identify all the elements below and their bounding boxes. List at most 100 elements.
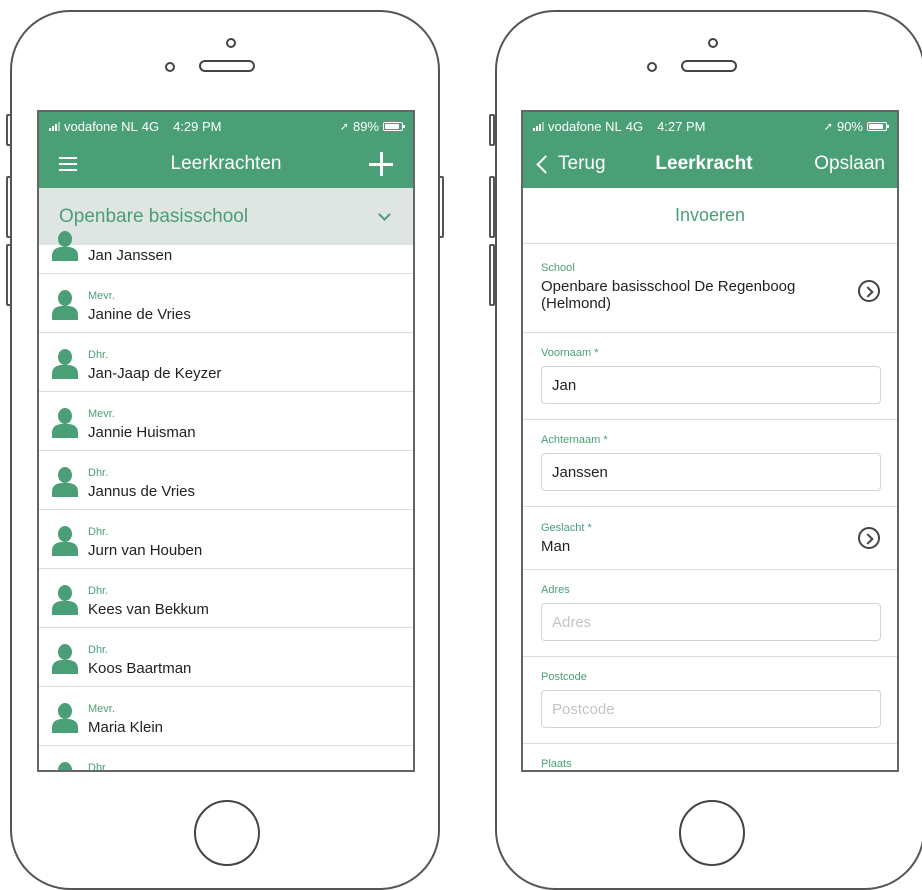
earpiece-speaker-icon [681, 60, 737, 72]
page-title: Leerkrachten [170, 153, 282, 174]
address-label: Adres [541, 584, 570, 596]
home-button[interactable] [679, 800, 745, 866]
person-icon [52, 231, 78, 261]
school-value-line2: (Helmond) [541, 295, 612, 312]
person-icon [58, 762, 72, 770]
teacher-prefix: Mevr. [88, 703, 115, 715]
teacher-name: Koos Baartman [88, 660, 192, 677]
battery-icon [383, 121, 405, 131]
teacher-prefix: Mevr. [88, 290, 115, 302]
nav-bar: Leerkrachten [39, 140, 413, 188]
back-button[interactable]: Terug [535, 140, 606, 188]
teacher-name: Maria Klein [88, 719, 164, 736]
teacher-name: Jurn van Houben [88, 542, 203, 559]
earpiece-speaker-icon [199, 60, 255, 72]
location-arrow-icon: ➚ [823, 120, 833, 133]
person-icon [52, 467, 78, 497]
firstname-label: Voornaam * [541, 347, 599, 359]
network-type: 4G [625, 118, 644, 134]
right-phone-screen: vodafone NL 4G 4:27 PM ➚ 90% Terug Leerk… [521, 110, 899, 772]
address-input[interactable]: Adres [541, 603, 881, 641]
teacher-prefix: Dhr. [88, 526, 109, 538]
status-time: 4:27 PM [657, 118, 706, 134]
teacher-row[interactable]: Mevr. Jannie Huisman [39, 392, 413, 451]
teacher-row[interactable]: Dhr. Jurn van Houben [39, 510, 413, 569]
teacher-name: Kees van Bekkum [88, 601, 209, 618]
teacher-name: Jannie Huisman [88, 424, 196, 441]
person-icon [52, 703, 78, 733]
left-phone-screen: vodafone NL 4G 4:29 PM ➚ 89% Leerkrachte… [37, 110, 415, 772]
save-button[interactable]: Opslaan [814, 140, 885, 188]
person-icon [52, 526, 78, 556]
teacher-row[interactable]: Dhr. Jannus de Vries [39, 451, 413, 510]
person-icon [52, 290, 78, 320]
teacher-prefix: Dhr. [88, 644, 109, 656]
address-field: Adres Adres [523, 570, 897, 657]
gender-value: Man [541, 538, 571, 555]
teacher-prefix: Dhr. [88, 585, 109, 597]
location-arrow-icon: ➚ [339, 120, 349, 133]
carrier-indicator: vodafone NL 4G [49, 119, 159, 134]
battery-percentage: 90% [836, 118, 863, 134]
chevron-right-circle-icon[interactable] [858, 527, 880, 549]
teacher-list: Jan Janssen Mevr. Janine de Vries Dhr. J… [39, 215, 413, 772]
gender-label: Geslacht * [541, 522, 592, 534]
postcode-input[interactable]: Postcode [541, 690, 881, 728]
teacher-prefix: Dhr. [88, 349, 109, 361]
school-label: School [541, 262, 575, 274]
firstname-field: Voornaam * Jan [523, 333, 897, 420]
lastname-input[interactable]: Janssen [541, 453, 881, 491]
teacher-row[interactable]: Dhr. Jan-Jaap de Keyzer [39, 333, 413, 392]
city-field: Plaats [523, 744, 897, 770]
front-camera-icon [226, 38, 236, 48]
section-title: Invoeren [523, 188, 897, 244]
status-bar: vodafone NL 4G 4:29 PM ➚ 89% [39, 112, 413, 140]
carrier-name: vodafone NL [548, 118, 622, 134]
person-icon [52, 408, 78, 438]
teacher-row[interactable]: Mevr. Janine de Vries [39, 274, 413, 333]
status-bar: vodafone NL 4G 4:27 PM ➚ 90% [523, 112, 897, 140]
teacher-row[interactable]: Dhr. [39, 746, 413, 772]
teacher-name: Janine de Vries [88, 306, 191, 323]
carrier-indicator: vodafone NL 4G [533, 119, 643, 134]
person-icon [52, 349, 78, 379]
gender-field[interactable]: Geslacht * Man [523, 507, 897, 570]
home-button[interactable] [194, 800, 260, 866]
school-field[interactable]: School Openbare basisschool De Regenboog… [523, 247, 897, 333]
network-type: 4G [141, 118, 160, 134]
postcode-field: Postcode Postcode [523, 657, 897, 744]
battery-percentage: 89% [352, 118, 379, 134]
teacher-prefix: Mevr. [88, 408, 115, 420]
teacher-row[interactable]: Mevr. Maria Klein [39, 687, 413, 746]
proximity-sensor-icon [647, 62, 657, 72]
teacher-name: Jannus de Vries [88, 483, 196, 500]
firstname-input[interactable]: Jan [541, 366, 881, 404]
back-button-label: Terug [558, 153, 606, 174]
teacher-row[interactable]: Jan Janssen [39, 215, 413, 274]
teacher-row[interactable]: Dhr. Koos Baartman [39, 628, 413, 687]
carrier-name: vodafone NL [64, 118, 138, 134]
signal-strength-icon [49, 121, 60, 131]
teacher-prefix: Dhr. [88, 762, 109, 772]
front-camera-icon [708, 38, 718, 48]
postcode-label: Postcode [541, 671, 587, 683]
lastname-label: Achternaam * [541, 434, 608, 446]
person-icon [52, 644, 78, 674]
hamburger-icon[interactable] [59, 157, 77, 171]
teacher-row[interactable]: Dhr. Kees van Bekkum [39, 569, 413, 628]
nav-bar: Terug Leerkracht Opslaan [523, 140, 897, 188]
signal-strength-icon [533, 121, 544, 131]
chevron-left-icon [536, 154, 555, 174]
battery-icon [867, 121, 889, 131]
plus-icon[interactable] [369, 152, 393, 176]
school-value-line1: Openbare basisschool De Regenboog [541, 278, 796, 295]
teacher-name: Jan Janssen [88, 247, 173, 264]
lastname-field: Achternaam * Janssen [523, 420, 897, 507]
person-icon [52, 585, 78, 615]
city-label: Plaats [541, 758, 572, 770]
page-title: Leerkracht [655, 153, 753, 174]
status-time: 4:29 PM [173, 118, 222, 134]
chevron-right-circle-icon[interactable] [858, 280, 880, 302]
proximity-sensor-icon [165, 62, 175, 72]
teacher-name: Jan-Jaap de Keyzer [88, 365, 222, 382]
